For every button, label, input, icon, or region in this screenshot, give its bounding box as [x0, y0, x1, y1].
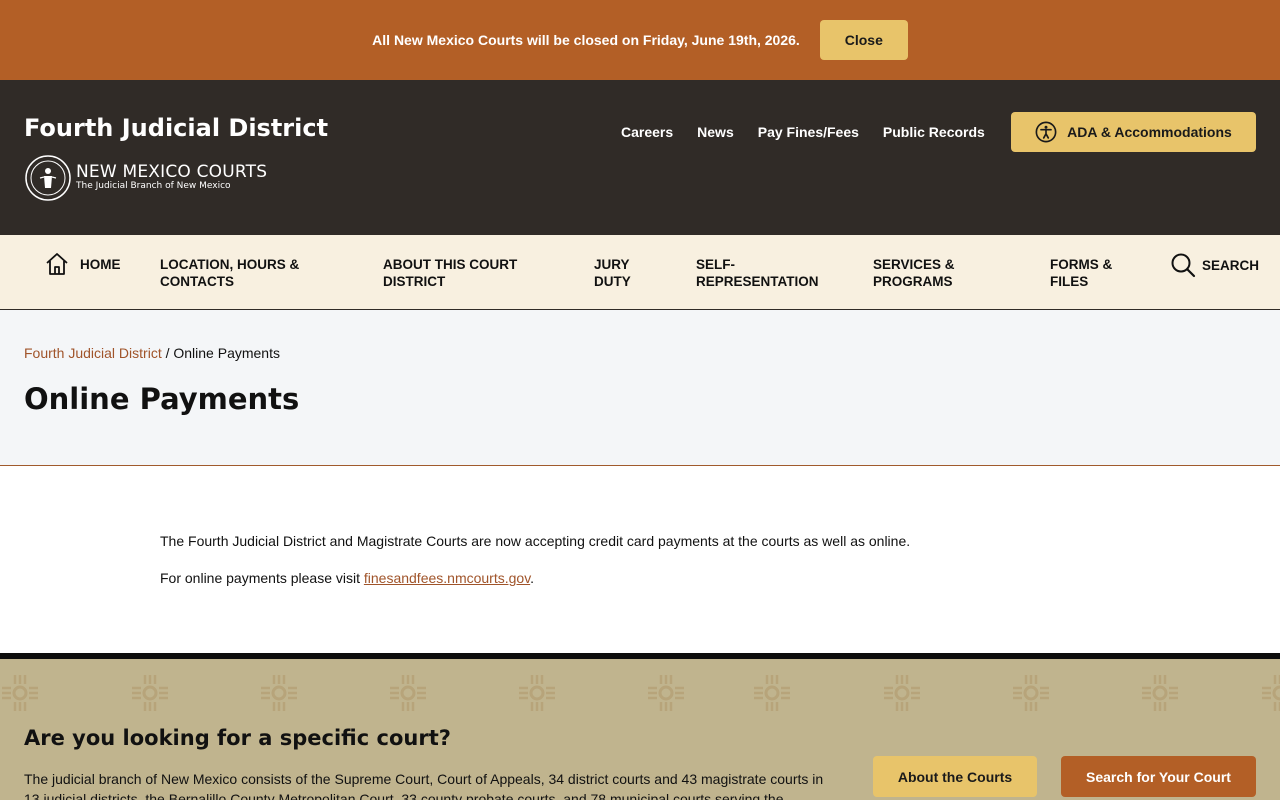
- page-header: Fourth Judicial District / Online Paymen…: [0, 310, 1280, 466]
- breadcrumb-separator: /: [161, 345, 174, 361]
- site-title[interactable]: Fourth Judicial District: [24, 114, 328, 142]
- fines-fees-link[interactable]: finesandfees.nmcourts.gov: [364, 570, 530, 586]
- content-paragraph-1: The Fourth Judicial District and Magistr…: [160, 533, 911, 549]
- nav-self-representation[interactable]: SELF- REPRESENTATION: [696, 256, 836, 290]
- main-content: The Fourth Judicial District and Magistr…: [0, 466, 1280, 652]
- utility-nav: Careers News Pay Fines/Fees Public Recor…: [621, 124, 985, 140]
- nav-location[interactable]: LOCATION, HOURS & CONTACTS: [160, 256, 330, 290]
- breadcrumb-parent-link[interactable]: Fourth Judicial District: [24, 345, 162, 361]
- nav-home-label: HOME: [80, 256, 121, 272]
- page-title: Online Payments: [24, 382, 300, 416]
- util-link-careers[interactable]: Careers: [621, 124, 673, 140]
- nm-courts-logo[interactable]: NEW MEXICO COURTS The Judicial Branch of…: [24, 154, 267, 202]
- nav-home[interactable]: HOME: [44, 251, 121, 277]
- ada-button-label: ADA & Accommodations: [1067, 124, 1232, 140]
- alert-close-button[interactable]: Close: [819, 20, 908, 60]
- brand-name: NEW MEXICO COURTS: [76, 162, 268, 182]
- find-court-section: Are you looking for a specific court? Th…: [0, 653, 1280, 800]
- util-link-news[interactable]: News: [697, 124, 734, 140]
- alert-banner: All New Mexico Courts will be closed on …: [0, 0, 1280, 80]
- main-nav: HOME LOCATION, HOURS & CONTACTS ABOUT TH…: [0, 235, 1280, 310]
- zia-symbol-pattern-icon: [0, 673, 1280, 713]
- find-court-text: The judicial branch of New Mexico consis…: [24, 771, 824, 800]
- content-paragraph-2: For online payments please visit finesan…: [160, 570, 534, 586]
- ada-button[interactable]: ADA & Accommodations: [1011, 112, 1256, 152]
- nav-search[interactable]: SEARCH: [1170, 252, 1259, 278]
- para2-prefix: For online payments please visit: [160, 570, 364, 586]
- brand-subtitle: The Judicial Branch of New Mexico: [76, 181, 231, 191]
- nav-search-label: SEARCH: [1202, 257, 1260, 273]
- about-courts-button[interactable]: About the Courts: [873, 756, 1037, 797]
- home-icon: [46, 253, 68, 275]
- nav-forms[interactable]: FORMS & FILES: [1050, 256, 1140, 290]
- util-link-pay-fines[interactable]: Pay Fines/Fees: [758, 124, 859, 140]
- alert-message: All New Mexico Courts will be closed on …: [372, 32, 800, 48]
- search-court-button[interactable]: Search for Your Court: [1061, 756, 1256, 797]
- nav-services[interactable]: SERVICES & PROGRAMS: [873, 256, 983, 290]
- site-header: Fourth Judicial District NEW MEXICO COUR…: [0, 80, 1280, 235]
- breadcrumb-current: Online Payments: [173, 345, 280, 361]
- nav-jury-duty[interactable]: JURY DUTY: [594, 256, 654, 290]
- accessibility-icon: [1035, 121, 1057, 143]
- breadcrumb: Fourth Judicial District / Online Paymen…: [24, 345, 280, 361]
- court-seal-icon: [25, 155, 71, 201]
- nav-about[interactable]: ABOUT THIS COURT DISTRICT: [383, 256, 553, 290]
- util-link-public-records[interactable]: Public Records: [883, 124, 985, 140]
- search-icon: [1171, 253, 1196, 278]
- para2-suffix: .: [530, 570, 535, 586]
- find-court-heading: Are you looking for a specific court?: [24, 726, 451, 750]
